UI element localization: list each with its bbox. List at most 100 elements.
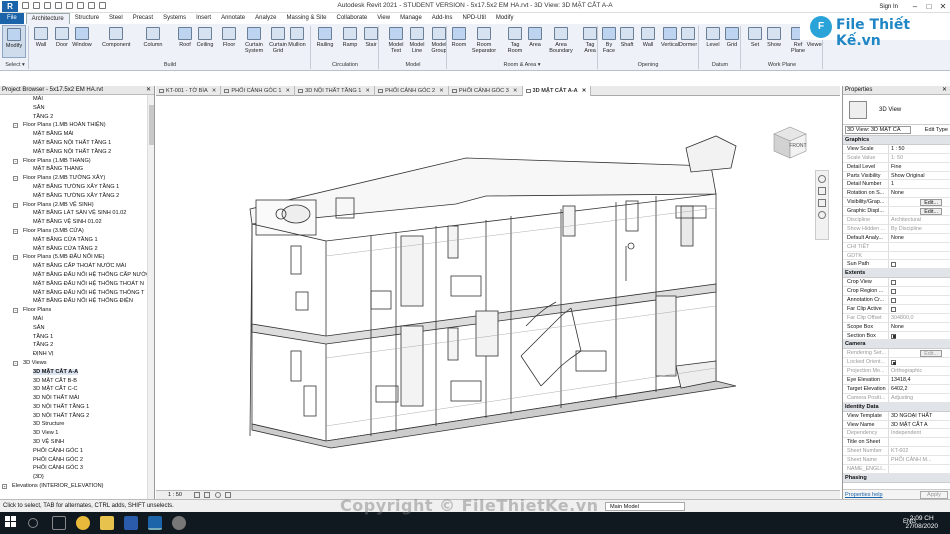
ceiling-button[interactable]: Ceiling (195, 25, 215, 58)
expand-toggle-icon[interactable]: − (13, 158, 18, 164)
type-selector[interactable]: 3D View (843, 95, 950, 125)
property-value[interactable] (889, 358, 950, 366)
browser-item[interactable]: − Floor Plans (5.MB ĐẤU NỐI ME) (0, 253, 154, 262)
drawing-area[interactable] (156, 96, 840, 490)
apply-button[interactable]: Apply (920, 491, 948, 499)
expand-toggle-icon[interactable]: − (13, 123, 18, 129)
property-value[interactable]: Edit... (889, 198, 950, 207)
browser-item[interactable]: MẶT BẰNG ĐẤU NỐI HỆ THỐNG ĐIỆN (0, 297, 154, 306)
property-value[interactable]: 6402,2 (889, 385, 950, 393)
search-icon[interactable] (28, 518, 38, 528)
close-icon[interactable]: ✕ (146, 86, 151, 95)
browser-item[interactable]: MÁI (0, 95, 154, 104)
browser-item[interactable]: ĐỊNH VỊ (0, 350, 154, 359)
edit-button[interactable]: Edit... (920, 199, 942, 207)
file-explorer-icon[interactable] (100, 516, 114, 530)
property-value[interactable]: Show Original (889, 172, 950, 180)
browser-item[interactable]: MẶT BẰNG TƯỜNG XÂY TẦNG 1 (0, 183, 154, 192)
property-value[interactable] (889, 296, 950, 304)
property-group-header[interactable]: Phasing (843, 473, 950, 483)
property-value[interactable] (889, 438, 950, 446)
browser-item[interactable]: 3D NỘI THẤT TẦNG 1 (0, 403, 154, 412)
panel-label-work-plane[interactable]: Work Plane (742, 61, 822, 70)
view-tab[interactable]: 3D NỘI THẤT TẦNG 1 ✕ (295, 86, 376, 96)
panel-label-circulation[interactable]: Circulation (312, 61, 378, 70)
property-value[interactable] (889, 287, 950, 295)
browser-item[interactable]: − Floor Plans (1.MB HOÀN THIỆN) (0, 121, 154, 130)
browser-item[interactable]: − Floor Plans (3.MB CỬA) (0, 227, 154, 236)
property-group-header[interactable]: Graphics (843, 136, 950, 145)
detail-level-icon[interactable] (193, 491, 200, 498)
property-value[interactable]: Orthographic (889, 367, 950, 375)
properties-help-link[interactable]: Properties help (845, 492, 883, 498)
instance-filter-dropdown[interactable]: 3D View: 3D MẶT CẮ (845, 125, 911, 134)
tab-insert[interactable]: Insert (191, 13, 216, 24)
property-value[interactable] (889, 305, 950, 313)
expand-toggle-icon[interactable]: − (13, 176, 18, 182)
browser-item[interactable]: − Floor Plans (0, 306, 154, 315)
modify-button[interactable]: Modify (2, 25, 26, 58)
area-boundary-button[interactable]: Area Boundary (547, 25, 575, 58)
property-checkbox[interactable] (891, 289, 896, 295)
browser-item[interactable]: MẶT BẰNG CẤP THOÁT NƯỚC MÁI (0, 262, 154, 271)
browser-item[interactable]: − Floor Plans (1.MB THANG) (0, 157, 154, 166)
expand-toggle-icon[interactable]: − (13, 308, 18, 314)
chrome-icon[interactable] (76, 516, 90, 530)
property-value[interactable]: KT-602 (889, 447, 950, 455)
property-group-header[interactable]: Camera (843, 340, 950, 350)
scroll-thumb[interactable] (149, 105, 154, 145)
panel-label-select[interactable]: Select ▾ (2, 61, 28, 70)
browser-item[interactable]: 3D MẶT CẮT B-B (0, 377, 154, 386)
close-tab-icon[interactable]: ✕ (513, 88, 518, 94)
property-checkbox[interactable] (891, 306, 896, 312)
property-value[interactable] (889, 465, 950, 473)
close-icon[interactable]: ✕ (942, 86, 947, 95)
property-value[interactable] (889, 252, 950, 260)
tab-systems[interactable]: Systems (158, 13, 191, 24)
expand-toggle-icon[interactable]: − (13, 228, 18, 234)
tab-precast[interactable]: Precast (128, 13, 158, 24)
browser-item[interactable]: MẶT BẰNG CỬA TẦNG 2 (0, 245, 154, 254)
shadows-icon[interactable] (225, 491, 232, 498)
browser-item[interactable]: MẶT BẰNG MÁI (0, 130, 154, 139)
browser-item[interactable]: {3D} (0, 473, 154, 482)
zoom-icon[interactable] (818, 199, 826, 207)
mullion-button[interactable]: Mullion (287, 25, 307, 58)
property-value[interactable]: 1 (889, 180, 950, 188)
view-tab[interactable]: PHỐI CẢNH GÓC 1 ✕ (221, 86, 296, 96)
column-button[interactable]: Column (143, 25, 163, 58)
view-tab[interactable]: KT-001 - TỜ BÌA ✕ (156, 86, 222, 96)
browser-item[interactable]: 3D Structure (0, 420, 154, 429)
app-icon[interactable] (172, 516, 186, 530)
tab-manage[interactable]: Manage (395, 13, 427, 24)
tab-view[interactable]: View (372, 13, 395, 24)
browser-item[interactable]: MẶT BẰNG THANG (0, 165, 154, 174)
property-value[interactable]: 3D MẶT CẮT A (889, 421, 950, 429)
roof-button[interactable]: Roof (175, 25, 195, 58)
property-value[interactable] (889, 243, 950, 251)
room-button[interactable]: Room (449, 25, 469, 58)
property-value[interactable]: 1 : 50 (889, 145, 950, 153)
browser-item[interactable]: − Floor Plans (2.MB TƯỜNG XÂY) (0, 174, 154, 183)
edit-button[interactable]: Edit... (920, 208, 942, 216)
browser-item[interactable]: MẶT BẰNG NỘI THẤT TẦNG 1 (0, 139, 154, 148)
steering-wheel-icon[interactable] (818, 175, 826, 183)
property-value[interactable]: PHỐI CẢNH M... (889, 456, 950, 464)
browser-item[interactable]: MẶT BẰNG LÁT SÀN VỆ SINH 01.02 (0, 209, 154, 218)
panel-label-build[interactable]: Build (30, 61, 310, 70)
room-separator-button[interactable]: Room Separator (470, 25, 498, 58)
tab-add-ins[interactable]: Add-Ins (427, 13, 458, 24)
browser-item[interactable]: 3D MẶT CẮT A-A (0, 368, 154, 377)
close-icon[interactable]: ✕ (936, 0, 950, 13)
tab-file[interactable]: File (0, 13, 24, 24)
property-checkbox[interactable] (891, 360, 896, 366)
minimize-icon[interactable]: – (908, 0, 922, 13)
by-face-button[interactable]: By Face (599, 25, 619, 58)
property-checkbox[interactable] (891, 333, 896, 339)
browser-item[interactable]: 3D VỆ SINH (0, 438, 154, 447)
tab-modify[interactable]: Modify (491, 13, 519, 24)
view-tab[interactable]: PHỐI CẢNH GÓC 2 ✕ (375, 86, 449, 96)
close-tab-icon[interactable]: ✕ (439, 88, 444, 94)
property-value[interactable]: Adjusting (889, 394, 950, 402)
browser-item[interactable]: 3D NỘI THẤT MÁI (0, 394, 154, 403)
